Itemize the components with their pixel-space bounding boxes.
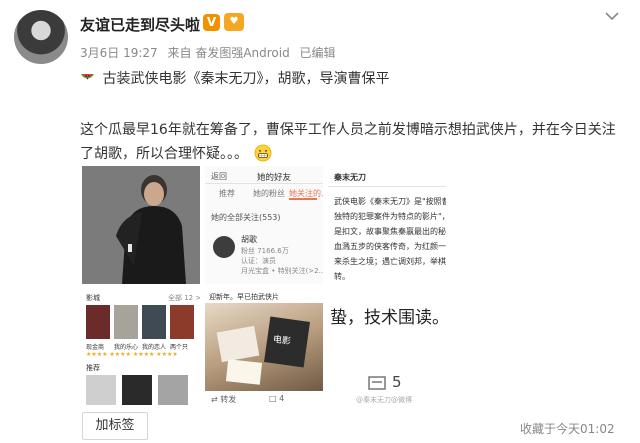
wiki-line-2: 独特的犯罪案件为特点的影片"， <box>334 212 446 221</box>
recommend-header: 推荐 <box>86 364 100 372</box>
comment-count: □ 4 <box>269 394 285 403</box>
cinema-more: 全部 12 > <box>168 294 200 302</box>
wiki-line-3: 是扣文，故事聚焦秦嬴最出的秘 <box>334 227 446 236</box>
cinema-header: 影城 <box>86 294 100 302</box>
post-source: 来自 奋发图强Android <box>167 46 290 60</box>
back-link: 返回 <box>211 172 227 181</box>
grin-emoji-icon <box>255 144 272 162</box>
person-verified: 认证：演员 <box>241 257 276 265</box>
verified-icon: V <box>203 14 220 31</box>
collected-time: 收藏于今天01:02 <box>520 422 615 436</box>
post-date[interactable]: 3月6日 19:27 <box>80 46 158 60</box>
add-tag-button[interactable]: 加标签 <box>82 412 148 440</box>
zoomed-count: 5 <box>392 373 402 391</box>
movie-4-label: 两个只 <box>170 344 189 351</box>
poster-label: 电影 <box>272 334 292 348</box>
watermelon-icon <box>81 74 94 80</box>
movie-title: 《秦末无刀》 <box>186 71 264 87</box>
image-5[interactable]: 迎新年。早已拍武侠片 电影 ⇄ 转发 □ 4 <box>205 289 323 407</box>
retweet-label: ⇄ 转发 <box>211 395 237 404</box>
movie-1-label: 现金商 <box>86 344 105 351</box>
all-follows: 她的全部关注(553) <box>211 213 281 222</box>
friends-title: 她的好友 <box>257 173 292 183</box>
person-since: 月光宝盒 • 特别关注(>2... <box>241 267 323 275</box>
line1-suffix: ，胡歌，导演曹保平 <box>263 71 390 87</box>
avatar[interactable] <box>14 10 68 64</box>
post-paragraph: 这个瓜最早16年就在筹备了，曹保平工作人员之前发博暗示想拍武侠片，并在今日关注了… <box>80 118 620 166</box>
person-photo <box>82 166 200 284</box>
image-1[interactable] <box>82 166 200 284</box>
post-snippet: 迎新年。早已拍武侠片 <box>209 293 279 301</box>
tab-fans: 她的粉丝 <box>253 189 285 198</box>
retweet-text: 转发 <box>220 395 237 404</box>
image-2[interactable]: 返回 她的好友 推荐 她的粉丝 她关注的人 她的全部关注(553) 胡歌 粉丝 … <box>205 166 323 284</box>
image-3[interactable]: 秦末无刀 武侠电影《秦末无刀》是"按照曹 独特的犯罪案件为特点的影片"， 是扣文… <box>328 166 446 284</box>
image-4[interactable]: 影城 全部 12 > 现金商 我的乐心 我的恋人 两个只 ★★★★ ★★★★ ★… <box>82 289 200 407</box>
movie-3-label: 我的恋人 <box>142 344 167 351</box>
wiki-line-5: 来杀生之境；遇亡调刘邦，举棋 <box>334 257 446 266</box>
movie-2-label: 我的乐心 <box>114 344 139 351</box>
comment-count-value: 4 <box>279 394 285 403</box>
post-line1: 古装武侠电影《秦末无刀》，胡歌，导演曹保平 <box>80 68 389 88</box>
post-meta: 3月6日 19:27 来自 奋发图强Android 已编辑 <box>80 44 342 61</box>
paragraph-text: 这个瓜最早16年就在筹备了，曹保平工作人员之前发博暗示想拍武侠片，并在今日关注了… <box>80 122 616 162</box>
watermark: @秦末无刀@微博 <box>356 396 412 404</box>
edited-label[interactable]: 已编辑 <box>300 46 336 60</box>
image-6[interactable]: 蛰，技术围读。 5 @秦末无刀@微博 <box>328 289 446 407</box>
chevron-down-icon[interactable] <box>604 10 620 22</box>
rating-stars: ★★★★ ★★★★ ★★★★ ★★★★ <box>86 351 178 358</box>
wiki-line-6: 转。 <box>334 272 350 281</box>
zoomed-text: 蛰，技术围读。 <box>330 308 446 328</box>
wiki-line-1: 武侠电影《秦末无刀》是"按照曹 <box>334 197 446 206</box>
line1-prefix: 古装武侠电影 <box>102 71 187 87</box>
person-fans: 粉丝 7166.6万 <box>241 247 289 255</box>
wiki-line-4: 血溅五步的侠客传奇，为红颜一刺 <box>334 242 446 251</box>
comment-icon <box>368 376 386 390</box>
person-name: 胡歌 <box>241 235 257 244</box>
wiki-title: 秦末无刀 <box>334 173 366 182</box>
tab-recommend: 推荐 <box>219 189 235 198</box>
vip-icon: ♥ <box>224 13 244 31</box>
username[interactable]: 友谊已走到尽头啦 <box>80 14 200 35</box>
